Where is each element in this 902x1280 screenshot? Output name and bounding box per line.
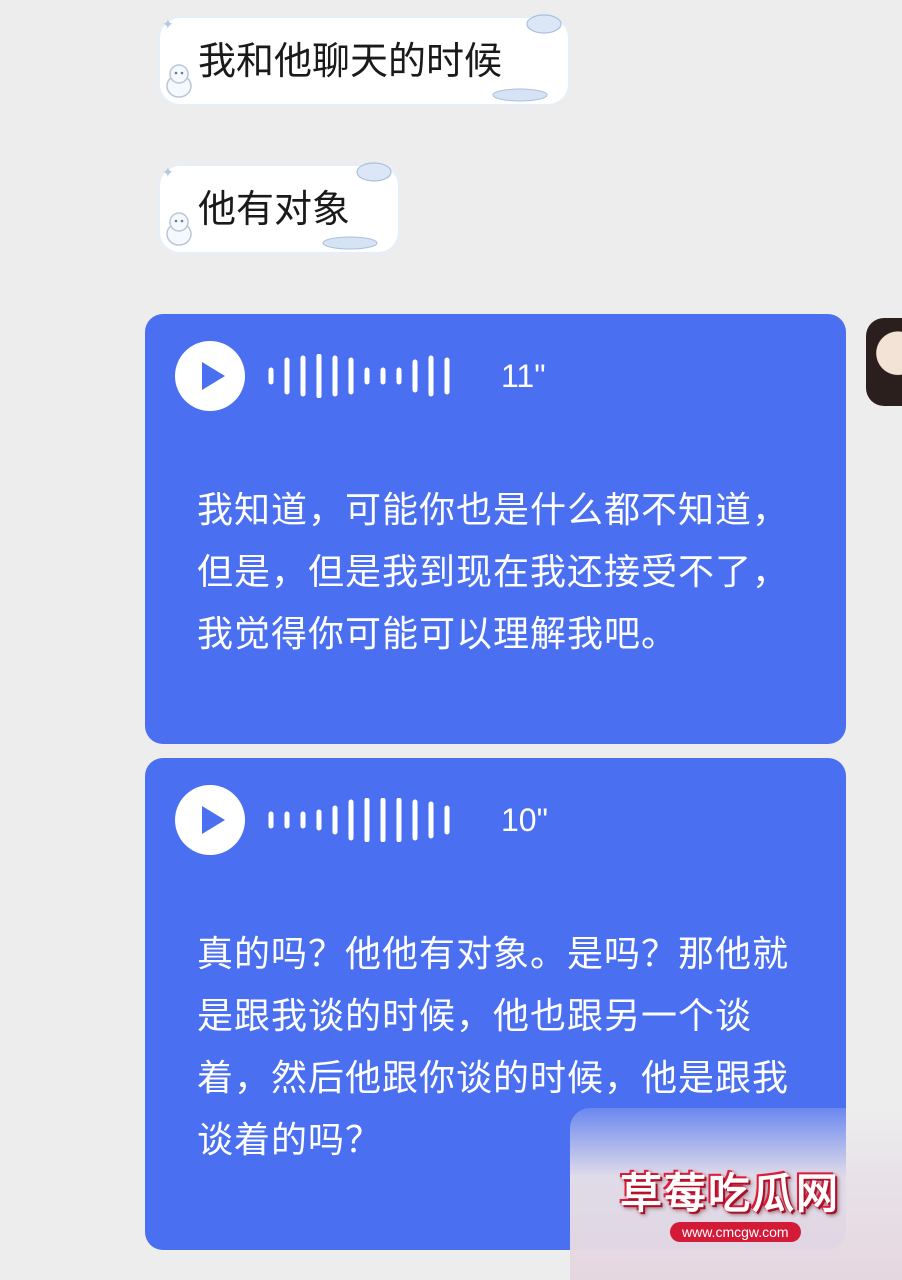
incoming-message-bubble[interactable]: ✦ 他有对象: [158, 162, 400, 254]
voice-duration: 10": [501, 802, 548, 838]
message-text: 我和他聊天的时候: [198, 39, 503, 83]
play-button[interactable]: [175, 785, 245, 855]
cloud-sticker-icon: [492, 88, 548, 102]
sparkle-icon: ✦: [162, 165, 174, 181]
watermark: 草莓吃瓜网 www.cmcgw.com: [570, 1108, 902, 1280]
cat-sticker-icon: [166, 64, 192, 98]
sparkle-icon: ✦: [162, 17, 174, 33]
cat-sticker-icon: [166, 212, 192, 246]
play-icon: [202, 362, 225, 390]
voice-message-bubble[interactable]: 11" 我知道，可能你也是什么都不知道，但是，但是我到现在我还接受不了，我觉得你…: [145, 314, 846, 744]
play-icon: [202, 806, 225, 834]
cloud-sticker-icon: [526, 14, 562, 34]
voice-transcript: 我知道，可能你也是什么都不知道，但是，但是我到现在我还接受不了，我觉得你可能可以…: [197, 490, 790, 655]
watermark-url: www.cmcgw.com: [670, 1222, 801, 1242]
waveform-icon: [268, 798, 450, 842]
cloud-sticker-icon: [356, 162, 392, 182]
voice-duration: 11": [501, 358, 546, 394]
incoming-message-bubble[interactable]: ✦ 我和他聊天的时候: [158, 14, 570, 106]
play-button[interactable]: [175, 341, 245, 411]
watermark-title: 草莓吃瓜网: [620, 1169, 841, 1218]
waveform-icon: [268, 354, 450, 398]
message-text: 他有对象: [198, 187, 351, 231]
avatar[interactable]: [866, 318, 902, 406]
cloud-sticker-icon: [322, 236, 378, 250]
